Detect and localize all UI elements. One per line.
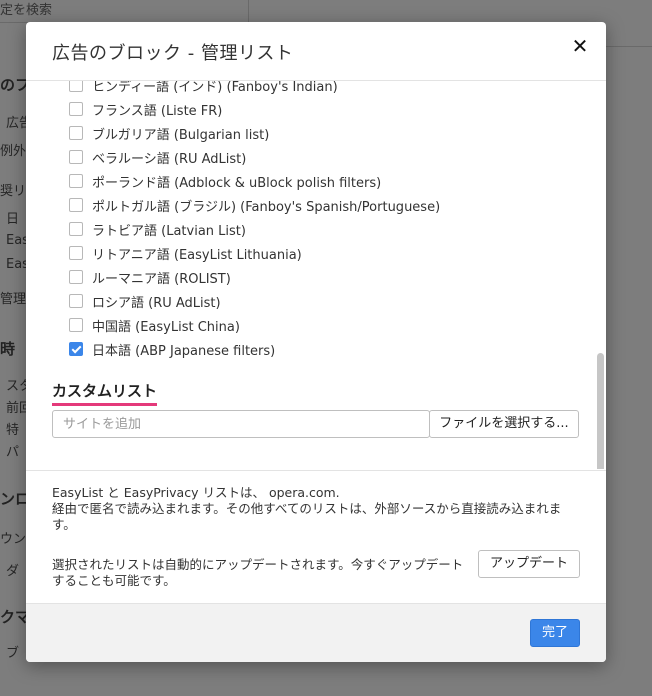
filter-list-label: リトアニア語 (EasyList Lithuania): [92, 247, 302, 263]
filter-list-label: ポルトガル語 (ブラジル) (Fanboy's Spanish/Portugue…: [92, 199, 441, 215]
bg-fragment: 例外: [0, 144, 27, 159]
checkbox[interactable]: [69, 246, 83, 260]
checkbox[interactable]: [69, 222, 83, 236]
filter-list-label: ヒンディー語 (インド) (Fanboy's Indian): [92, 81, 338, 95]
dialog-header: 広告のブロック - 管理リスト ✕: [26, 22, 606, 81]
filter-list-item[interactable]: ルーマニア語 (ROLIST): [69, 265, 440, 289]
checkbox-checked[interactable]: [69, 342, 83, 356]
filter-list-label: 中国語 (EasyList China): [92, 319, 240, 335]
filter-list-label: 日本語 (ABP Japanese filters): [92, 343, 276, 359]
filter-list-item[interactable]: リトアニア語 (EasyList Lithuania): [69, 241, 440, 265]
update-button[interactable]: アップデート: [478, 550, 580, 578]
filter-list-item[interactable]: ラトビア語 (Latvian List): [69, 217, 440, 241]
bg-fragment: ブ: [6, 646, 20, 661]
filter-list-item[interactable]: ブルガリア語 (Bulgarian list): [69, 121, 440, 145]
checkbox[interactable]: [69, 126, 83, 140]
filter-list-label: ロシア語 (RU AdList): [92, 295, 221, 311]
bg-fragment: パ: [6, 445, 20, 460]
filter-list-item[interactable]: 日本語 (ABP Japanese filters): [69, 337, 440, 361]
bg-fragment: ダ: [6, 564, 20, 579]
filter-list-item[interactable]: ポーランド語 (Adblock & uBlock polish filters): [69, 169, 440, 193]
filter-list-label: ラトビア語 (Latvian List): [92, 223, 246, 239]
dialog-title: 広告のブロック - 管理リスト: [52, 43, 294, 64]
info-text: EasyList と EasyPrivacy リストは、 opera.com. …: [52, 485, 582, 533]
choose-file-button[interactable]: ファイルを選択する...: [429, 410, 579, 438]
done-button[interactable]: 完了: [530, 619, 580, 647]
filter-list-label: ルーマニア語 (ROLIST): [92, 271, 231, 287]
update-description: 選択されたリストは自動的にアップデートされます。今すぐアップデートすることも可能…: [52, 557, 464, 588]
dialog-footer: 完了: [26, 603, 606, 662]
add-site-input[interactable]: [52, 410, 430, 438]
background-search-field: 定を検索: [0, 0, 249, 23]
bg-fragment: 時: [0, 340, 16, 358]
filter-list-item[interactable]: ベラルーシ語 (RU AdList): [69, 145, 440, 169]
filter-list-item[interactable]: フランス語 (Liste FR): [69, 97, 440, 121]
info-section: EasyList と EasyPrivacy リストは、 opera.com. …: [26, 470, 606, 605]
checkbox[interactable]: [69, 174, 83, 188]
filter-list-item[interactable]: 中国語 (EasyList China): [69, 313, 440, 337]
manage-lists-dialog: 広告のブロック - 管理リスト ✕ ヒンディー語 (インド) (Fanboy's…: [26, 22, 606, 662]
info-line-2: 経由で匿名で読み込まれます。その他すべてのリストは、外部ソースから直接読み込まれ…: [52, 501, 562, 532]
close-icon: ✕: [571, 34, 589, 58]
checkbox[interactable]: [69, 198, 83, 212]
checkbox[interactable]: [69, 102, 83, 116]
checkbox[interactable]: [69, 81, 83, 92]
checkbox[interactable]: [69, 318, 83, 332]
close-button[interactable]: ✕: [568, 34, 592, 58]
filter-list-item[interactable]: ヒンディー語 (インド) (Fanboy's Indian): [69, 81, 440, 97]
checkbox[interactable]: [69, 270, 83, 284]
info-line-1: EasyList と EasyPrivacy リストは、 opera.com.: [52, 485, 340, 500]
checkbox[interactable]: [69, 294, 83, 308]
filter-list-label: ポーランド語 (Adblock & uBlock polish filters): [92, 175, 382, 191]
filter-list-label: ブルガリア語 (Bulgarian list): [92, 127, 270, 143]
filter-list-item[interactable]: ポルトガル語 (ブラジル) (Fanboy's Spanish/Portugue…: [69, 193, 440, 217]
filter-list-label: フランス語 (Liste FR): [92, 103, 223, 119]
bg-fragment: 奨リ: [0, 184, 27, 199]
custom-list-heading: カスタムリスト: [52, 380, 158, 406]
filter-list-label: ベラルーシ語 (RU AdList): [92, 151, 247, 167]
bg-fragment: 日: [6, 212, 20, 227]
bg-fragment: ウン: [0, 532, 27, 547]
filter-list: ヒンディー語 (インド) (Fanboy's Indian) フランス語 (Lis…: [69, 81, 440, 361]
bg-fragment: 特: [6, 423, 20, 438]
scrollbar-thumb[interactable]: [597, 353, 604, 469]
checkbox[interactable]: [69, 150, 83, 164]
bg-fragment: 管理: [0, 292, 27, 307]
filter-list-item[interactable]: ロシア語 (RU AdList): [69, 289, 440, 313]
